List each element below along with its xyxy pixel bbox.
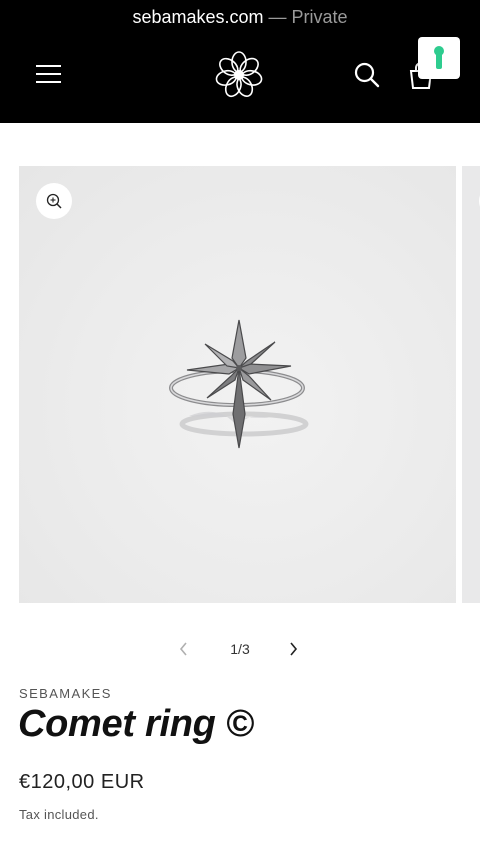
ring-photo — [169, 319, 309, 449]
chevron-left-icon[interactable] — [178, 642, 190, 661]
browser-url-bar[interactable]: sebamakes.com — Private — [0, 7, 480, 28]
gallery-pager: 1/3 — [0, 636, 480, 662]
search-icon[interactable] — [353, 61, 381, 89]
url-domain: sebamakes.com — [132, 7, 264, 27]
hamburger-menu-icon[interactable] — [36, 62, 62, 88]
product-title: Comet ring © — [18, 703, 254, 745]
product-price: €120,00 EUR — [19, 771, 145, 793]
password-manager-badge[interactable] — [418, 37, 460, 79]
product-gallery[interactable] — [19, 166, 480, 603]
tax-note: Tax included. — [19, 807, 99, 822]
keyhole-icon — [434, 46, 444, 69]
slide-counter: 1/3 — [230, 641, 250, 657]
private-mode-label: Private — [291, 7, 348, 27]
site-header: sebamakes.com — Private — [0, 0, 480, 123]
url-separator: — — [263, 7, 292, 27]
flower-logo-icon[interactable] — [214, 50, 264, 100]
next-product-image[interactable] — [462, 166, 480, 603]
chevron-right-icon[interactable] — [287, 642, 299, 661]
zoom-in-icon[interactable] — [36, 183, 72, 219]
product-vendor: SEBAMAKES — [19, 686, 112, 701]
product-image[interactable] — [19, 166, 456, 603]
